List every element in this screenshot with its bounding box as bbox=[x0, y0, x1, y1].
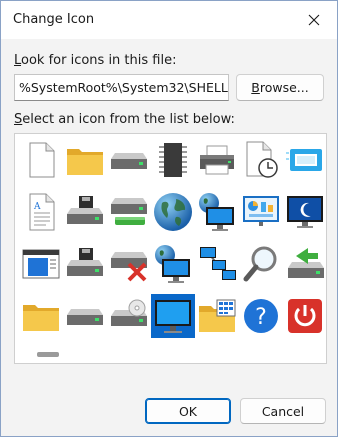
monitor-icon[interactable] bbox=[151, 294, 195, 338]
window-blue-icon[interactable] bbox=[19, 242, 63, 286]
cd-drive-icon[interactable] bbox=[107, 294, 151, 338]
control-panel-icon[interactable] bbox=[239, 190, 283, 234]
floppy-drive-icon[interactable] bbox=[63, 190, 107, 234]
change-icon-dialog: Change Icon Look for icons in this file:… bbox=[0, 0, 338, 437]
help-icon[interactable]: ? bbox=[239, 294, 283, 338]
svg-text:A: A bbox=[33, 202, 41, 212]
drive-green-icon[interactable] bbox=[107, 190, 151, 234]
icon-list[interactable]: A ? bbox=[14, 133, 327, 364]
folder-grid-icon[interactable] bbox=[195, 294, 239, 338]
file-path-input[interactable]: %SystemRoot%\System32\SHELL32.dll bbox=[14, 74, 229, 101]
folder-icon[interactable] bbox=[63, 138, 107, 182]
blank-document-icon[interactable] bbox=[19, 138, 63, 182]
file-path-label: Look for icons in this file: bbox=[14, 53, 177, 68]
globe-icon[interactable] bbox=[151, 190, 195, 234]
memory-chip-icon[interactable] bbox=[151, 138, 195, 182]
browse-button-label: Browse... bbox=[251, 80, 309, 95]
clock-document-icon[interactable] bbox=[239, 138, 283, 182]
floppy-drive-2-icon[interactable] bbox=[63, 242, 107, 286]
ok-button-label: OK bbox=[178, 403, 198, 419]
browse-button[interactable]: Browse... bbox=[236, 74, 324, 101]
close-button[interactable] bbox=[291, 1, 337, 39]
drive-green-arrow-icon[interactable] bbox=[283, 242, 326, 286]
icon-list-label: Select an icon from the list below: bbox=[14, 112, 235, 127]
text-document-icon[interactable]: A bbox=[19, 190, 63, 234]
sleep-moon-icon[interactable] bbox=[283, 190, 326, 234]
printer-icon[interactable] bbox=[195, 138, 239, 182]
window-title: Change Icon bbox=[13, 12, 95, 27]
power-icon[interactable] bbox=[283, 294, 326, 338]
cancel-button-label: Cancel bbox=[261, 403, 305, 419]
drive-disconnected-icon[interactable] bbox=[107, 242, 151, 286]
cancel-button[interactable]: Cancel bbox=[240, 398, 326, 424]
close-icon bbox=[308, 14, 320, 26]
svg-text:?: ? bbox=[255, 305, 267, 330]
drive-2-icon[interactable] bbox=[63, 294, 107, 338]
globe-monitor-icon[interactable] bbox=[151, 242, 195, 286]
ok-button[interactable]: OK bbox=[145, 398, 231, 424]
network-icon[interactable] bbox=[195, 242, 239, 286]
window-app-icon[interactable] bbox=[283, 138, 326, 182]
title-bar: Change Icon bbox=[1, 1, 337, 39]
horizontal-scrollbar-thumb[interactable] bbox=[37, 352, 59, 357]
folder-2-icon[interactable] bbox=[19, 294, 63, 338]
search-icon[interactable] bbox=[239, 242, 283, 286]
drive-icon[interactable] bbox=[107, 138, 151, 182]
network-monitor-icon[interactable] bbox=[195, 190, 239, 234]
